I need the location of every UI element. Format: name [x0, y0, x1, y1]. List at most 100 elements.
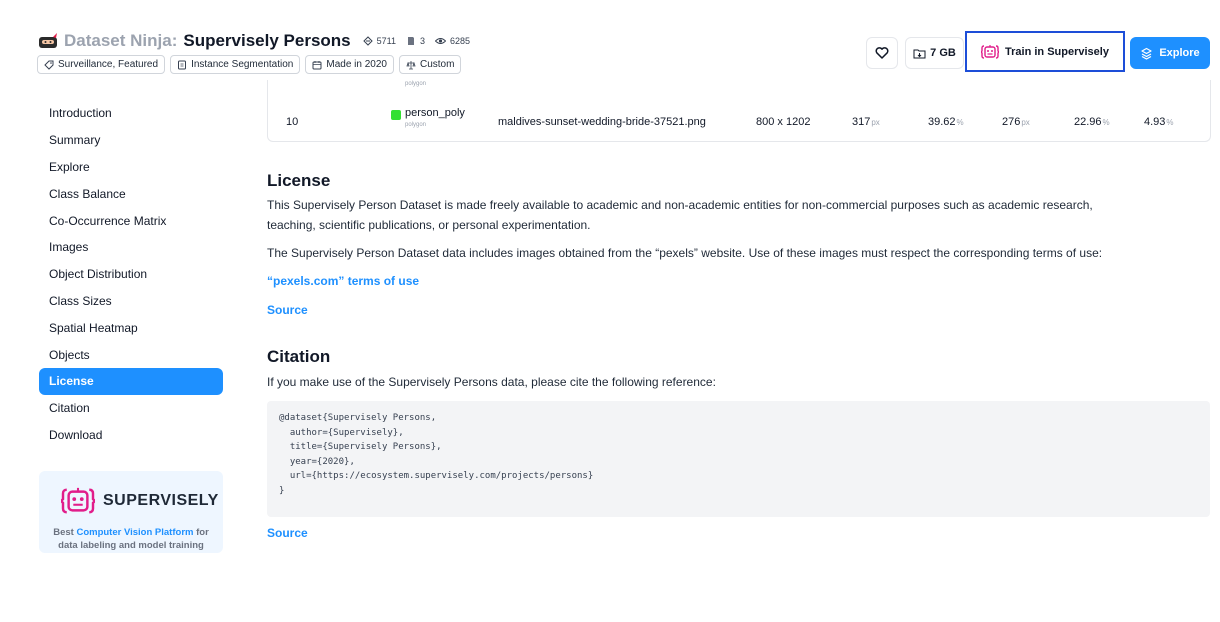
sidebar-nav: Introduction Summary Explore Class Balan… [39, 100, 223, 448]
tag-task[interactable]: Instance Segmentation [170, 55, 301, 74]
sidebar-item-spatial-heatmap[interactable]: Spatial Heatmap [39, 314, 223, 341]
download-size-button[interactable]: 7 GB [905, 37, 964, 69]
brand-name[interactable]: Dataset Ninja [64, 31, 172, 51]
image-size: 800 x 1202 [756, 116, 811, 128]
custom-license-icon [406, 60, 416, 69]
sidebar-item-objects[interactable]: Objects [39, 341, 223, 368]
classes-count-stat: 3 [406, 36, 425, 46]
width-px-value: 276 [1002, 116, 1021, 128]
classes-count: 3 [420, 36, 426, 46]
height-px-unit: px [871, 118, 880, 127]
supervisely-robot-icon [61, 487, 95, 514]
explore-button-label: Explore [1159, 47, 1200, 59]
segmentation-icon [178, 60, 187, 69]
height-px-value: 317 [852, 116, 871, 128]
license-paragraph: This Supervisely Person Dataset is made … [267, 195, 1197, 235]
tags-row: Surveillance, Featured Instance Segmenta… [37, 55, 462, 74]
license-source-link[interactable]: Source [267, 303, 308, 317]
license-para-line1: This Supervisely Person Dataset is made … [267, 198, 1093, 212]
code-line: author={Supervisely}, [279, 427, 404, 438]
views-count: 6285 [450, 36, 471, 46]
license-heading: License [267, 171, 331, 190]
row-index: 10 [286, 116, 299, 128]
sidebar-item-license[interactable]: License [39, 367, 223, 395]
train-in-supervisely-button[interactable]: Train in Supervisely [965, 31, 1125, 72]
promo-text-line2: data labeling and model training [58, 540, 204, 551]
views-count-stat: 6285 [435, 36, 470, 46]
dataset-title: Supervisely Persons [183, 31, 351, 50]
classes-icon [408, 37, 414, 45]
tag-label: Custom [419, 59, 455, 70]
tag-icon [44, 60, 54, 70]
tag-license[interactable]: Custom [398, 55, 462, 74]
ninja-logo-icon [39, 33, 57, 48]
dataset-size: 7 GB [930, 47, 956, 59]
citation-source-link[interactable]: Source [267, 526, 308, 540]
tag-label: Instance Segmentation [191, 59, 294, 70]
explore-icon [1141, 47, 1152, 60]
images-count-stat: 5711 [362, 36, 396, 46]
calendar-icon [312, 60, 322, 69]
folder-download-icon [913, 49, 926, 58]
license-source-paragraph: The Supervisely Person Dataset data incl… [267, 246, 1103, 260]
images-count: 5711 [376, 36, 396, 46]
tag-categories[interactable]: Surveillance, Featured [37, 55, 166, 74]
supervisely-promo-card[interactable]: SUPERVISELY Best Computer Vision Platfor… [39, 471, 223, 553]
sidebar-item-introduction[interactable]: Introduction [39, 100, 223, 127]
brand-colon: : [171, 31, 178, 50]
page-header: Dataset Ninja: Supervisely Persons 5711 … [0, 0, 1220, 88]
class-name: person_poly [405, 107, 465, 119]
code-line: year={2020}, [279, 456, 355, 467]
images-icon [362, 36, 373, 46]
tag-year[interactable]: Made in 2020 [305, 55, 394, 74]
tag-label: Made in 2020 [326, 59, 387, 70]
citation-intro: If you make use of the Supervisely Perso… [267, 375, 716, 389]
file-name[interactable]: maldives-sunset-wedding-bride-37521.png [498, 116, 706, 128]
code-line: } [279, 485, 285, 496]
width-px: 276px [1002, 116, 1030, 128]
promo-tagline: Best Computer Vision Platform for data l… [39, 526, 223, 552]
favorite-button[interactable] [866, 37, 898, 69]
sidebar-item-citation[interactable]: Citation [39, 395, 223, 422]
class-type: polygon [405, 122, 427, 128]
code-line: title={Supervisely Persons}, [279, 442, 442, 452]
area-pct-value: 4.93 [1144, 116, 1166, 128]
sidebar-item-images[interactable]: Images [39, 234, 223, 261]
tag-label: Surveillance, Featured [58, 59, 159, 70]
promo-text-prefix: Best [53, 527, 77, 538]
width-px-unit: px [1021, 118, 1030, 127]
sidebar-item-summary[interactable]: Summary [39, 127, 223, 154]
license-para-line2: teaching, scientific publications, or pe… [267, 218, 591, 232]
sidebar-item-object-distribution[interactable]: Object Distribution [39, 261, 223, 288]
title-row: Dataset Ninja: Supervisely Persons 5711 … [38, 31, 480, 51]
area-pct: 4.93% [1144, 116, 1174, 128]
width-pct-value: 22.96 [1074, 116, 1102, 128]
area-pct-unit: % [1166, 118, 1174, 127]
supervisely-promo-logo: SUPERVISELY [61, 486, 219, 516]
height-pct-unit: % [956, 118, 964, 127]
supervisely-robot-icon [981, 44, 1000, 59]
sidebar-item-class-sizes[interactable]: Class Sizes [39, 288, 223, 315]
explore-button[interactable]: Explore [1130, 37, 1210, 69]
height-pct: 39.62% [928, 116, 964, 128]
width-pct: 22.96% [1074, 116, 1110, 128]
heart-icon [875, 47, 889, 59]
table-row[interactable]: 10 person_poly polygon maldives-sunset-w… [268, 102, 1210, 140]
pexels-terms-link[interactable]: “pexels.com” terms of use [267, 274, 419, 288]
promo-brand: SUPERVISELY [103, 492, 219, 509]
sidebar-item-download[interactable]: Download [39, 422, 223, 449]
sidebar-item-co-occurrence-matrix[interactable]: Co-Occurrence Matrix [39, 207, 223, 234]
code-line: url={https://ecosystem.supervisely.com/p… [279, 471, 594, 481]
train-button-label: Train in Supervisely [1005, 45, 1109, 58]
previous-row-class-type: polygon [405, 81, 427, 87]
citation-code-block[interactable]: @dataset{Supervisely Persons, author={Su… [267, 401, 1210, 517]
height-pct-value: 39.62 [928, 116, 956, 128]
class-color-swatch [391, 110, 401, 120]
code-line: @dataset{Supervisely Persons, [279, 413, 437, 423]
promo-link[interactable]: Computer Vision Platform [76, 527, 193, 538]
eye-icon [435, 38, 447, 44]
sidebar-item-class-balance[interactable]: Class Balance [39, 180, 223, 207]
sidebar-item-explore[interactable]: Explore [39, 154, 223, 181]
width-pct-unit: % [1102, 118, 1110, 127]
citation-heading: Citation [267, 347, 331, 366]
